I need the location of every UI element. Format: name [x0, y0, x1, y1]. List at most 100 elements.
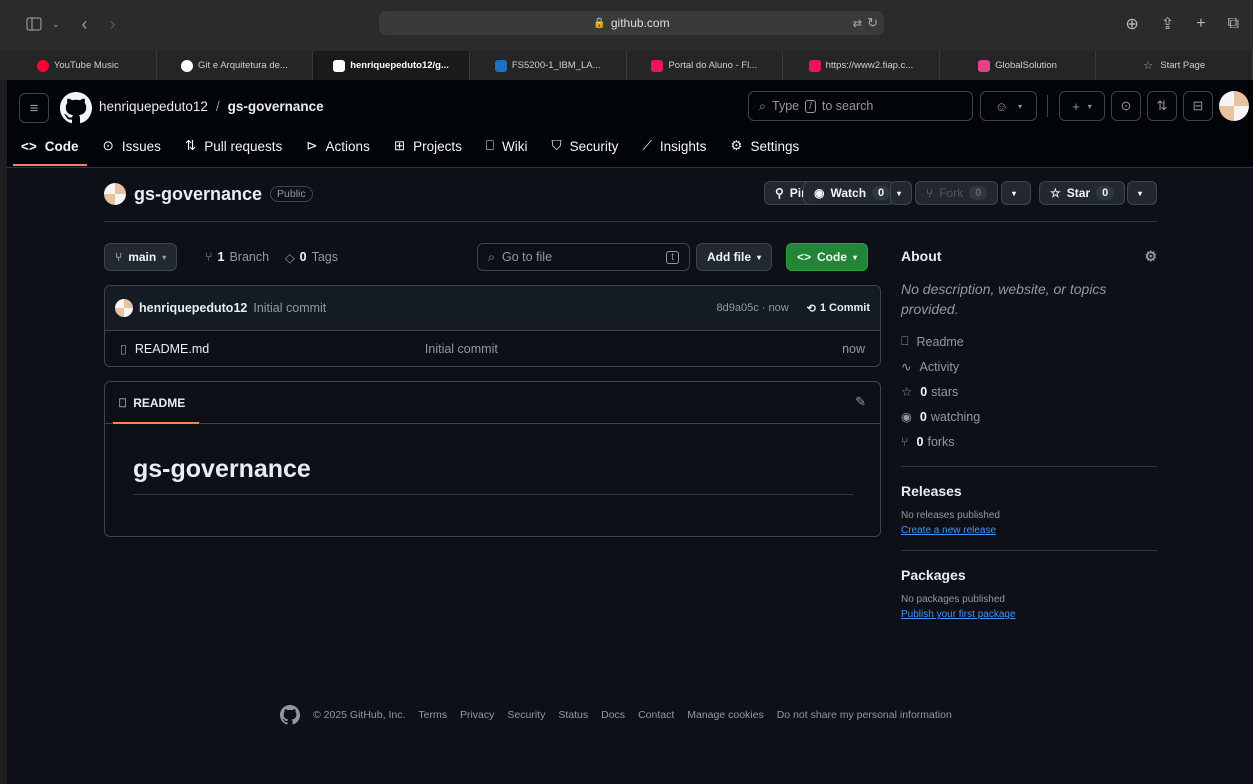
fork-button[interactable]: ⑂ Fork 0	[915, 181, 999, 205]
github-logo-icon[interactable]	[60, 92, 92, 124]
repo-link[interactable]: gs-governance	[228, 99, 324, 114]
watch-button[interactable]: ◉ Watch 0	[803, 181, 896, 205]
chevron-down-icon[interactable]: ⌄	[52, 19, 60, 30]
publish-package-link[interactable]: Publish your first package	[901, 609, 1016, 620]
address-bar[interactable]: 🔒 github.com ⇄ ↻	[379, 11, 884, 35]
tab-label: Actions	[325, 138, 370, 154]
footer-link-do-not-share[interactable]: Do not share my personal information	[777, 709, 952, 721]
footer-link-docs[interactable]: Docs	[601, 709, 625, 721]
forward-icon[interactable]: ›	[110, 14, 116, 35]
packages-title[interactable]: Packages	[901, 567, 1157, 583]
tab-label: Issues	[121, 138, 161, 154]
avatar[interactable]	[1219, 91, 1249, 121]
tab-pull-requests[interactable]: ⇅ Pull requests	[183, 132, 284, 160]
browser-tab[interactable]: ☆ Start Page	[1096, 51, 1253, 80]
fork-dropdown[interactable]: ▾	[1001, 181, 1031, 205]
add-file-button[interactable]: Add file ▾	[696, 243, 773, 271]
go-to-file-input[interactable]: ⌕ Go to file t	[477, 243, 690, 271]
footer-link-contact[interactable]: Contact	[638, 709, 674, 721]
watch-count: 0	[872, 186, 891, 200]
tab-settings[interactable]: ⚙ Settings	[728, 132, 801, 160]
footer-link-terms[interactable]: Terms	[418, 709, 447, 721]
divider	[1047, 95, 1048, 117]
file-commit-message[interactable]: Initial commit	[425, 342, 498, 356]
owner-link[interactable]: henriquepeduto12	[99, 99, 208, 114]
issues-button[interactable]: ⊙	[1111, 91, 1141, 121]
pull-requests-button[interactable]: ⇅	[1147, 91, 1177, 121]
stars-label: stars	[931, 384, 959, 399]
browser-tab[interactable]: Git e Arquitetura de...	[157, 51, 314, 80]
activity-link[interactable]: ∿ Activity	[901, 354, 1157, 379]
readme-tab-label: README	[133, 396, 186, 410]
tab-insights[interactable]: ⟋ Insights	[640, 132, 708, 160]
readme-tab[interactable]: ⎕ README	[119, 396, 185, 411]
forks-link[interactable]: ⑂ 0 forks	[901, 429, 1157, 454]
about-sidebar: About ⚙ No description, website, or topic…	[901, 248, 1157, 620]
watch-dropdown[interactable]: ▾	[890, 181, 912, 205]
code-button[interactable]: <> Code ▾	[786, 243, 869, 271]
browser-tab[interactable]: YouTube Music	[0, 51, 157, 80]
code-label: Code	[817, 250, 848, 264]
commits-link[interactable]: ⟲ 1 Commit	[807, 302, 870, 315]
sidebar-toggle-icon[interactable]	[26, 17, 42, 31]
commit-hash[interactable]: 8d9a05c · now	[716, 302, 788, 314]
browser-tab[interactable]: https://www2.fiap.c...	[783, 51, 940, 80]
footer-link-security[interactable]: Security	[507, 709, 545, 721]
star-icon: ☆	[1143, 59, 1154, 72]
search-key-hint: /	[805, 99, 816, 113]
tab-security[interactable]: ⛉ Security	[550, 132, 621, 160]
reload-icon[interactable]: ↻	[867, 15, 878, 31]
search-input[interactable]: ⌕ Type / to search	[748, 91, 973, 121]
tab-code[interactable]: <> Code	[13, 133, 87, 166]
browser-tab-label: henriquepeduto12/g...	[350, 60, 449, 71]
star-button[interactable]: ☆ Star 0	[1039, 181, 1126, 205]
fork-label: Fork	[939, 186, 964, 200]
browser-tab[interactable]: Portal do Aluno - Fl...	[627, 51, 784, 80]
create-release-link[interactable]: Create a new release	[901, 525, 996, 536]
tags-link[interactable]: ◇ 0 Tags	[285, 250, 338, 265]
menu-button[interactable]: ≡	[19, 93, 49, 123]
readme-link-label: Readme	[916, 334, 964, 349]
translate-icon[interactable]: ⇄	[853, 17, 862, 30]
create-new-button[interactable]: + ▾	[1059, 91, 1105, 121]
branch-select[interactable]: ⑂ main ▾	[104, 243, 178, 271]
tab-overview-icon[interactable]: ⧉	[1228, 15, 1239, 33]
releases-title[interactable]: Releases	[901, 483, 1157, 499]
watching-count: 0	[919, 409, 927, 424]
file-name[interactable]: README.md	[135, 342, 425, 356]
repo-name[interactable]: gs-governance	[134, 184, 262, 205]
watching-label: watching	[930, 409, 981, 424]
commit-author[interactable]: henriquepeduto12	[139, 301, 247, 315]
tab-projects[interactable]: ⊞ Projects	[392, 132, 464, 160]
copilot-button[interactable]: ☺ ▾	[980, 91, 1037, 121]
stars-link[interactable]: ☆ 0 stars	[901, 379, 1157, 404]
inbox-button[interactable]: ⊟	[1183, 91, 1213, 121]
new-tab-icon[interactable]: +	[1196, 15, 1205, 33]
commit-message[interactable]: Initial commit	[253, 301, 326, 315]
github-logo-icon[interactable]	[280, 705, 300, 725]
share-icon[interactable]: ⇪	[1161, 14, 1174, 34]
table-row[interactable]: ▯ README.md Initial commit now	[105, 331, 880, 366]
branches-link[interactable]: ⑂ 1 Branch	[205, 250, 269, 264]
star-dropdown[interactable]: ▾	[1127, 181, 1157, 205]
browser-tab[interactable]: henriquepeduto12/g...	[313, 51, 470, 80]
tab-issues[interactable]: ⊙ Issues	[101, 132, 163, 160]
browser-tab[interactable]: FS5200-1_IBM_LA...	[470, 51, 627, 80]
gear-icon[interactable]: ⚙	[1144, 248, 1157, 265]
readme-link[interactable]: ⎕ Readme	[901, 329, 1157, 354]
tab-wiki[interactable]: ⎕ Wiki	[484, 132, 530, 160]
browser-tab[interactable]: GlobalSolution	[940, 51, 1097, 80]
divider	[901, 550, 1157, 551]
footer-link-privacy[interactable]: Privacy	[460, 709, 494, 721]
footer-link-status[interactable]: Status	[558, 709, 588, 721]
back-icon[interactable]: ‹	[82, 14, 88, 35]
pencil-icon[interactable]: ✎	[855, 394, 866, 410]
star-icon: ☆	[1050, 186, 1061, 200]
download-icon[interactable]: ⊕	[1125, 14, 1138, 34]
watching-link[interactable]: ◉ 0 watching	[901, 404, 1157, 429]
tab-actions[interactable]: ⊳ Actions	[304, 132, 372, 160]
branch-label: main	[128, 250, 157, 264]
chevron-down-icon: ▾	[897, 188, 902, 198]
footer-link-cookies[interactable]: Manage cookies	[687, 709, 763, 721]
breadcrumb-separator: /	[215, 99, 220, 114]
